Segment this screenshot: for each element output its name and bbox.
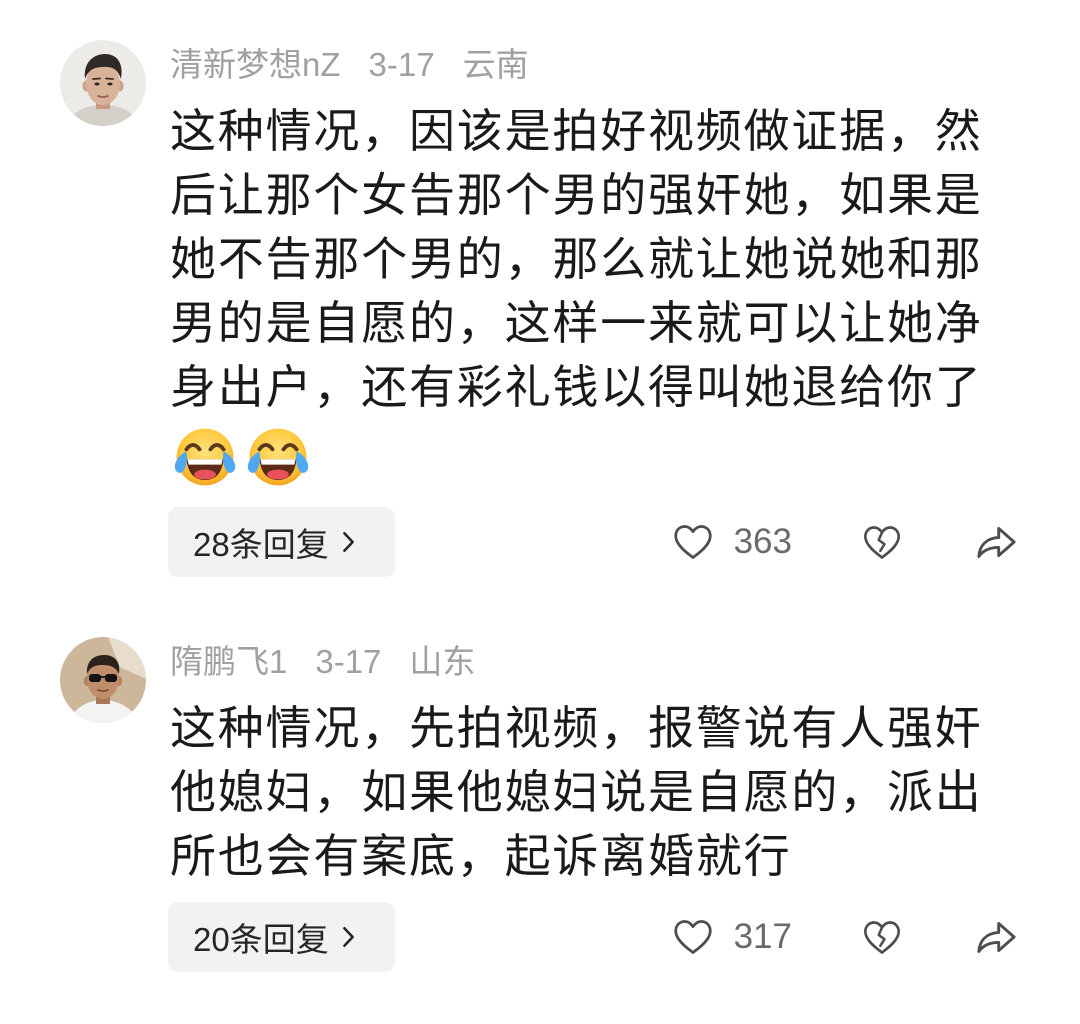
like-button[interactable]: 317: [600, 902, 792, 972]
avatar-eye: [94, 82, 100, 86]
comment-text-line: 男的是自愿的，这样一来就可以让她净: [170, 297, 983, 349]
reply-count-label: 28条回复: [193, 526, 329, 563]
emoji-teeth: [260, 459, 296, 465]
user-avatar[interactable]: [60, 40, 146, 126]
comment-text-line: 这种情况，先拍视频，报警说有人强奸: [170, 702, 983, 754]
comment-content: 隋鹏飞1 3-17 山东 这种情况，先拍视频，报警说有人强奸 他媳妇，如果他媳妇说是…: [168, 642, 1030, 972]
username[interactable]: 隋鹏飞1: [170, 643, 287, 680]
like-button[interactable]: 363: [600, 507, 792, 577]
share-button[interactable]: [972, 507, 1020, 577]
avatar-sunglasses: [89, 674, 101, 682]
emoji-tongue: [194, 469, 216, 480]
chevron-right-icon: [342, 927, 354, 947]
emoji-teeth: [187, 459, 223, 465]
comment-text-line: 后让那个女告那个男的强奸她，如果是: [170, 169, 983, 221]
avatar-photo: [60, 637, 146, 723]
share-arrow-icon: [977, 921, 1016, 953]
comment-text-line: 身出户，还有彩礼钱以得叫她退给你了: [170, 361, 983, 413]
emoji-tongue: [267, 469, 289, 480]
comment-actions-row: 20条回复 317: [168, 902, 1030, 972]
comment-meta: 隋鹏飞1 3-17 山东: [170, 642, 1030, 682]
emoji-row: [170, 421, 1030, 493]
heart-outline-icon: [673, 525, 712, 559]
view-replies-button[interactable]: 20条回复: [168, 902, 395, 972]
comment-content: 清新梦想nZ 3-17 云南 这种情况，因该是拍好视频做证据，然 后让那个女告那个男…: [168, 45, 1030, 577]
avatar-eye: [107, 82, 113, 86]
heart-outline-icon: [673, 920, 712, 954]
view-replies-button[interactable]: 28条回复: [168, 507, 395, 577]
comment-text[interactable]: 这种情况，先拍视频，报警说有人强奸 他媳妇，如果他媳妇说是自愿的，派出 所也会有…: [170, 696, 1030, 888]
user-avatar[interactable]: [60, 637, 146, 723]
comment-actions-row: 28条回复 363: [168, 507, 1030, 577]
avatar-photo: [60, 40, 146, 126]
comment-text-line: 所也会有案底，起诉离婚就行: [170, 830, 792, 882]
dislike-button[interactable]: [860, 507, 904, 577]
comment-text-line: 她不告那个男的，那么就让她说她和那: [170, 233, 983, 285]
comment-text[interactable]: 这种情况，因该是拍好视频做证据，然 后让那个女告那个男的强奸她，如果是 她不告那…: [170, 99, 1030, 419]
avatar-sunglasses: [105, 674, 117, 682]
chevron-right-icon: [342, 532, 354, 552]
comment-text-line: 他媳妇，如果他媳妇说是自愿的，派出: [170, 766, 983, 818]
comment-location: 云南: [462, 46, 529, 83]
dislike-button[interactable]: [860, 902, 904, 972]
share-button[interactable]: [972, 902, 1020, 972]
comment-item: 清新梦想nZ 3-17 云南 这种情况，因该是拍好视频做证据，然 后让那个女告那个男…: [0, 0, 1080, 597]
avatar-mouth: [97, 95, 109, 98]
comment-location: 山东: [409, 643, 476, 680]
face-with-tears-of-joy-icon: [174, 428, 236, 486]
avatar-mouth: [97, 689, 109, 692]
comment-item: 隋鹏飞1 3-17 山东 这种情况，先拍视频，报警说有人强奸 他媳妇，如果他媳妇说是…: [0, 597, 1080, 1024]
like-count: 317: [733, 917, 792, 956]
broken-heart-icon: [864, 920, 900, 954]
like-count: 363: [733, 522, 792, 561]
broken-heart-icon: [864, 525, 900, 559]
username[interactable]: 清新梦想nZ: [170, 46, 341, 83]
comment-date: 3-17: [315, 643, 382, 680]
reply-count-label: 20条回复: [193, 921, 329, 958]
comment-meta: 清新梦想nZ 3-17 云南: [170, 45, 1030, 85]
comment-text-line: 这种情况，因该是拍好视频做证据，然: [170, 105, 983, 157]
share-arrow-icon: [977, 526, 1016, 558]
comment-date: 3-17: [368, 46, 435, 83]
face-with-tears-of-joy-icon: [247, 428, 309, 486]
